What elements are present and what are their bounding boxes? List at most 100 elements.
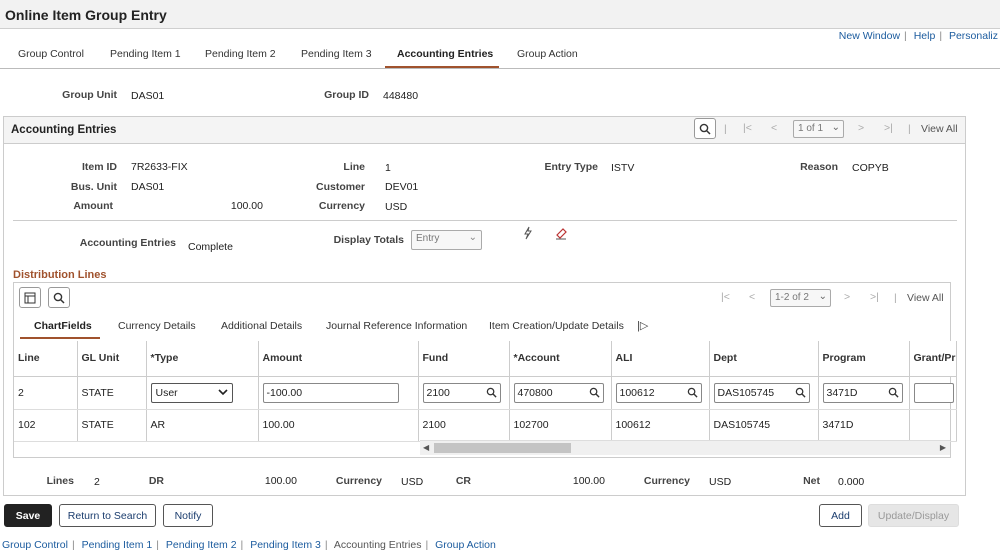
display-totals-select[interactable]: Entry ⌄ bbox=[411, 230, 482, 250]
personalize-grid-button[interactable] bbox=[19, 287, 41, 308]
amount-input[interactable]: -100.00 bbox=[262, 382, 399, 403]
scrollbar-thumb[interactable] bbox=[434, 443, 571, 453]
grant-input[interactable] bbox=[913, 382, 954, 403]
lookup-icon[interactable] bbox=[687, 387, 698, 401]
divider bbox=[13, 220, 957, 221]
grid-pager-select[interactable]: 1-2 of 2 ⌄ bbox=[770, 289, 831, 307]
line-cell: 102 bbox=[14, 409, 78, 442]
find-button[interactable] bbox=[694, 118, 716, 139]
tab-pending-item-1[interactable]: Pending Item 1 bbox=[110, 48, 181, 60]
tab-chartfields[interactable]: ChartFields bbox=[34, 320, 92, 332]
add-button[interactable]: Add bbox=[819, 504, 862, 527]
active-subtab-indicator bbox=[20, 337, 100, 339]
first-icon[interactable]: |< bbox=[743, 122, 752, 134]
col-dept[interactable]: Dept bbox=[709, 341, 819, 377]
eraser-icon[interactable] bbox=[554, 227, 568, 243]
horizontal-scrollbar[interactable]: ◀ ▶ bbox=[420, 440, 950, 455]
col-gl-unit[interactable]: GL Unit bbox=[77, 341, 147, 377]
tab-group-control[interactable]: Group Control bbox=[18, 48, 84, 60]
reason-label: Reason bbox=[800, 161, 838, 173]
notify-button[interactable]: Notify bbox=[163, 504, 213, 527]
col-line[interactable]: Line bbox=[14, 341, 78, 377]
personalize-link[interactable]: Personaliz bbox=[949, 30, 998, 42]
customer-value: DEV01 bbox=[385, 181, 419, 193]
col-ali[interactable]: ALI bbox=[611, 341, 710, 377]
line-label: Line bbox=[343, 161, 365, 173]
lightning-icon[interactable] bbox=[522, 226, 534, 243]
item-id-label: Item ID bbox=[81, 161, 117, 173]
previous-icon[interactable]: < bbox=[749, 291, 755, 303]
grid-settings-icon bbox=[24, 292, 36, 303]
col-amount[interactable]: Amount bbox=[258, 341, 419, 377]
help-link[interactable]: Help bbox=[914, 30, 936, 42]
dr-label: DR bbox=[148, 475, 164, 487]
previous-icon[interactable]: < bbox=[771, 122, 777, 134]
type-cell: AR bbox=[146, 409, 259, 442]
account-cell: 470800 bbox=[509, 376, 612, 410]
return-to-search-button[interactable]: Return to Search bbox=[59, 504, 156, 527]
type-dropdown[interactable]: User bbox=[150, 382, 233, 403]
currency-cr-value: USD bbox=[709, 476, 732, 488]
fund-cell: 2100 bbox=[418, 376, 510, 410]
account-input[interactable]: 470800 bbox=[513, 382, 604, 403]
fund-input[interactable]: 2100 bbox=[422, 382, 501, 403]
tab-currency-details[interactable]: Currency Details bbox=[118, 320, 196, 332]
col-grant[interactable]: Grant/Pr bbox=[909, 341, 957, 377]
next-icon[interactable]: > bbox=[844, 291, 850, 303]
lookup-icon[interactable] bbox=[486, 387, 497, 401]
bottom-link-pending-item-1[interactable]: Pending Item 1 bbox=[82, 539, 153, 551]
program-input[interactable]: 3471D bbox=[822, 382, 903, 403]
tab-pending-item-2[interactable]: Pending Item 2 bbox=[205, 48, 276, 60]
chevron-down-icon: ⌄ bbox=[468, 232, 477, 243]
bottom-link-accounting-entries: Accounting Entries bbox=[333, 539, 422, 551]
view-all-link[interactable]: View All bbox=[921, 123, 958, 135]
col-account[interactable]: *Account bbox=[509, 341, 612, 377]
fund-cell: 2100 bbox=[418, 409, 510, 442]
dept-input[interactable]: DAS105745 bbox=[713, 382, 810, 403]
first-icon[interactable]: |< bbox=[721, 291, 730, 303]
currency-value: USD bbox=[385, 201, 408, 213]
lines-value: 2 bbox=[94, 476, 100, 488]
tab-pending-item-3[interactable]: Pending Item 3 bbox=[301, 48, 372, 60]
bottom-link-group-control[interactable]: Group Control bbox=[2, 539, 68, 551]
lookup-icon[interactable] bbox=[589, 387, 600, 401]
next-icon[interactable]: > bbox=[858, 122, 864, 134]
ali-input[interactable]: 100612 bbox=[615, 382, 702, 403]
ali-cell: 100612 bbox=[611, 409, 710, 442]
tab-group-action[interactable]: Group Action bbox=[517, 48, 578, 60]
last-icon[interactable]: >| bbox=[884, 122, 893, 134]
accounting-entries-status: Complete bbox=[188, 241, 233, 253]
bus-unit-value: DAS01 bbox=[131, 181, 165, 193]
cr-value: 100.00 bbox=[572, 475, 605, 487]
accounting-entries-label: Accounting Entries bbox=[79, 237, 176, 249]
show-all-columns-icon[interactable]: |▷ bbox=[637, 319, 648, 332]
scroll-right-icon[interactable]: ▶ bbox=[940, 443, 946, 452]
lookup-icon[interactable] bbox=[888, 387, 899, 401]
amount-cell: -100.00 bbox=[258, 376, 419, 410]
scroll-left-icon[interactable]: ◀ bbox=[423, 443, 429, 452]
new-window-link[interactable]: New Window bbox=[839, 30, 900, 42]
bottom-link-pending-item-2[interactable]: Pending Item 2 bbox=[166, 539, 237, 551]
tab-item-creation[interactable]: Item Creation/Update Details bbox=[489, 320, 624, 332]
col-fund[interactable]: Fund bbox=[418, 341, 510, 377]
tab-journal-reference[interactable]: Journal Reference Information bbox=[326, 320, 467, 332]
bus-unit-label: Bus. Unit bbox=[70, 181, 117, 193]
bottom-link-group-action[interactable]: Group Action bbox=[435, 539, 496, 551]
tab-additional-details[interactable]: Additional Details bbox=[221, 320, 302, 332]
grid-find-button[interactable] bbox=[48, 287, 70, 308]
col-program[interactable]: Program bbox=[818, 341, 910, 377]
col-type[interactable]: *Type bbox=[146, 341, 259, 377]
ali-cell: 100612 bbox=[611, 376, 710, 410]
save-button[interactable]: Save bbox=[4, 504, 52, 527]
grid-view-all-link[interactable]: View All bbox=[907, 292, 944, 304]
bottom-link-pending-item-3[interactable]: Pending Item 3 bbox=[250, 539, 321, 551]
chevron-down-icon: ⌄ bbox=[818, 291, 827, 302]
grant-cell bbox=[909, 376, 957, 410]
lookup-icon[interactable] bbox=[795, 387, 806, 401]
accounting-entries-title: Accounting Entries bbox=[11, 124, 117, 136]
group-unit-label: Group Unit bbox=[62, 89, 117, 101]
row-pager-select[interactable]: 1 of 1 ⌄ bbox=[793, 120, 844, 138]
tab-accounting-entries[interactable]: Accounting Entries bbox=[397, 48, 493, 60]
title-bar: Online Item Group Entry bbox=[0, 0, 1000, 29]
last-icon[interactable]: >| bbox=[870, 291, 879, 303]
